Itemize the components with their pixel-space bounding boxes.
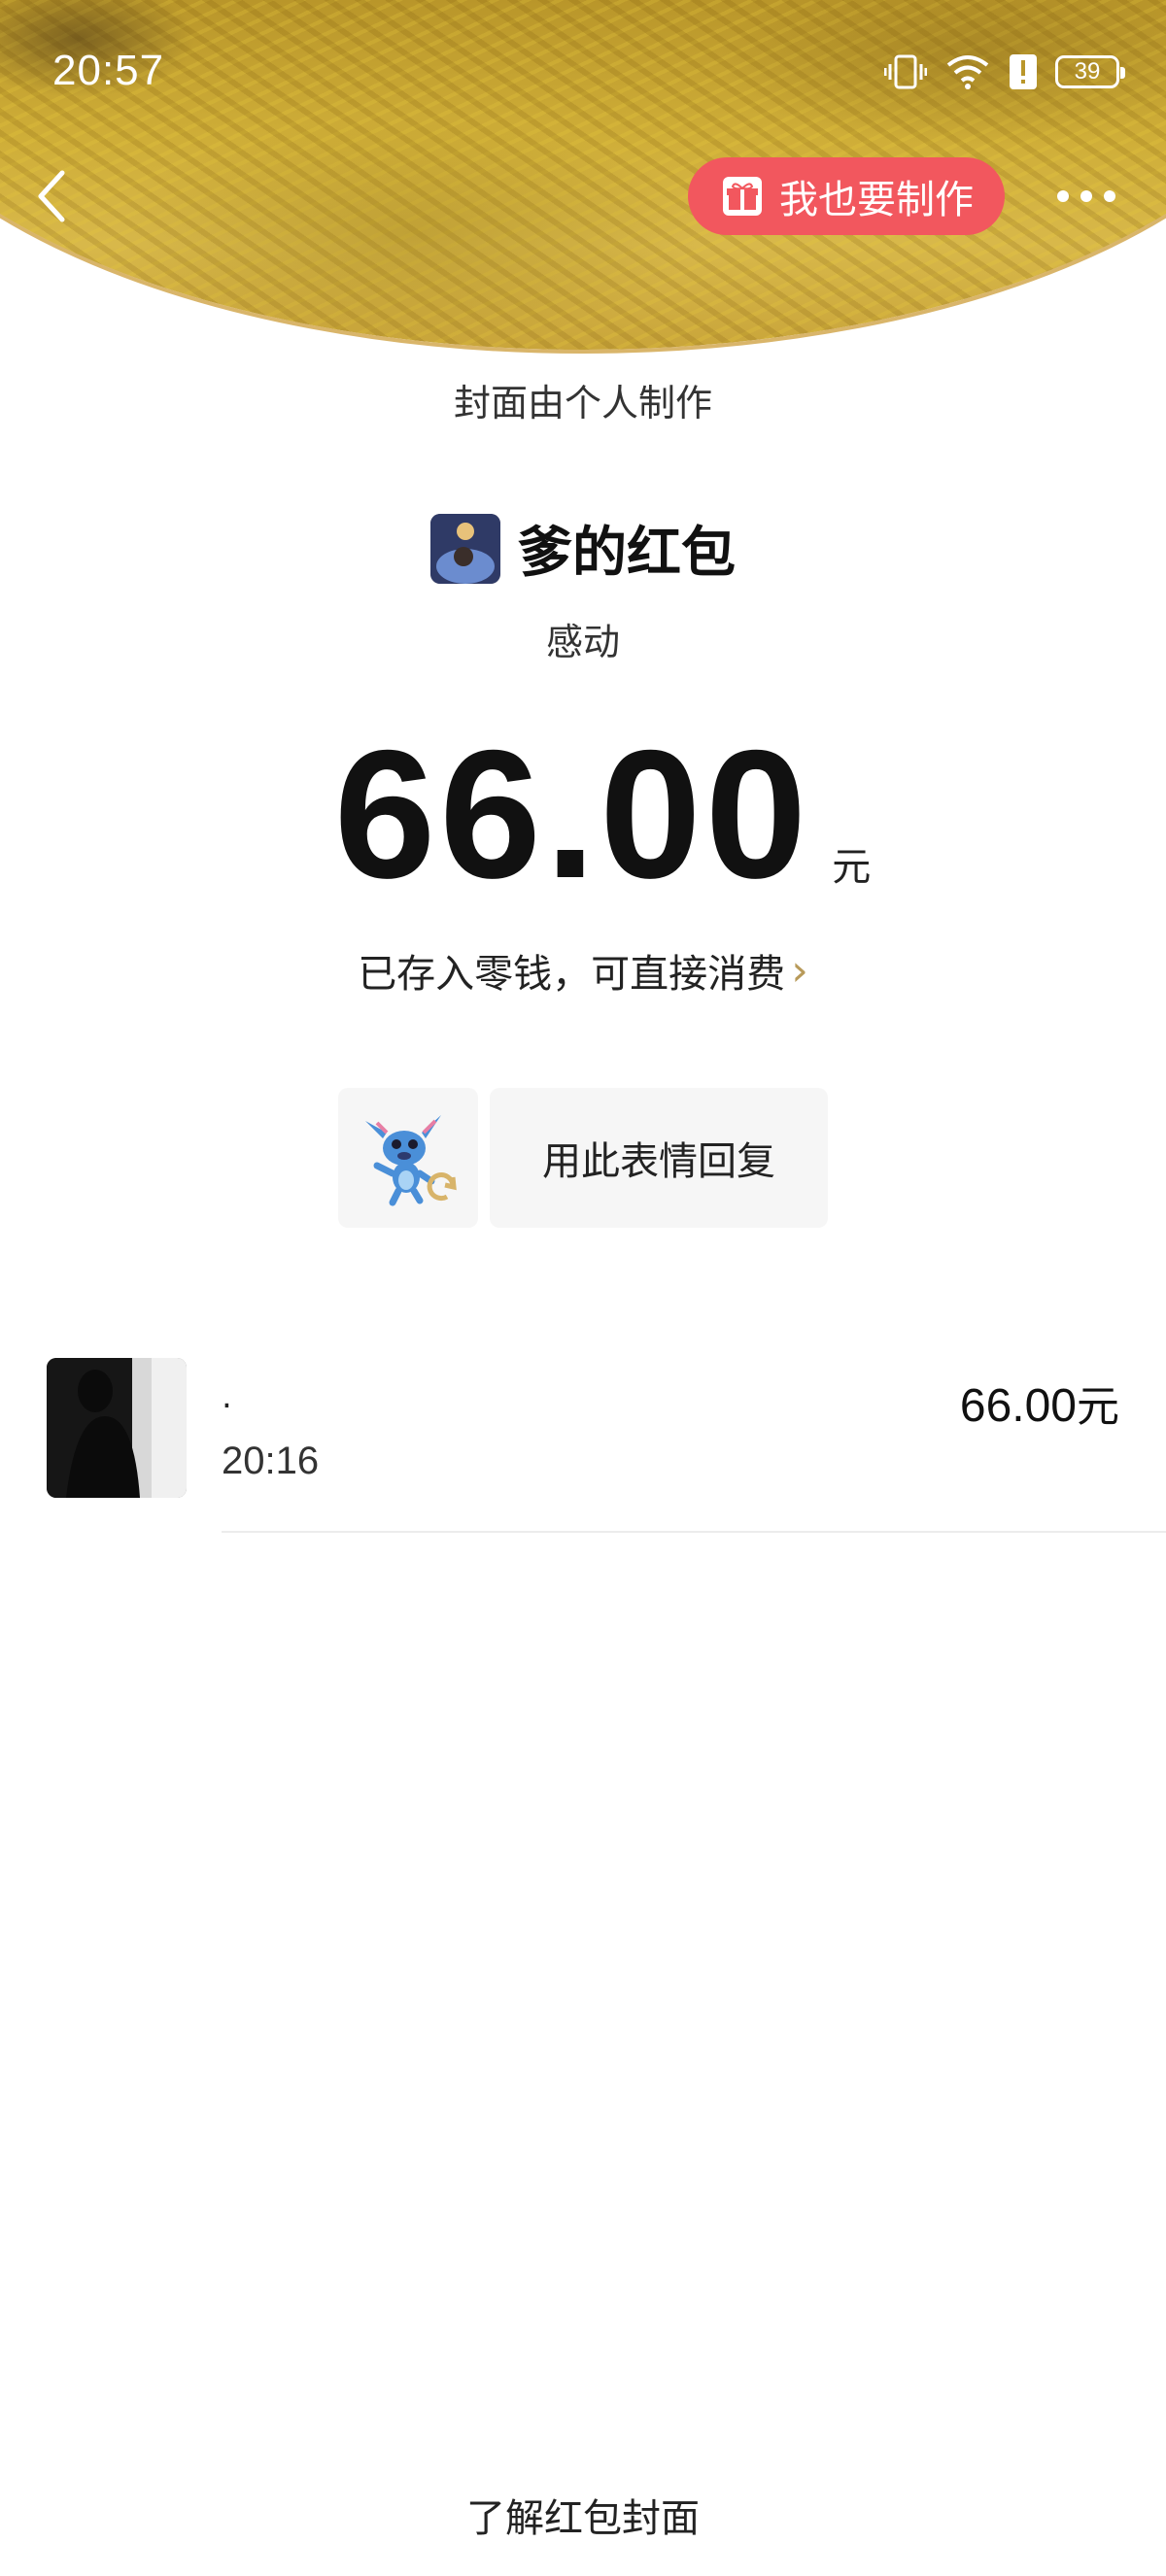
stored-note: 已存入零钱，可直接消费 [358, 952, 786, 997]
stitch-sticker-icon [365, 1115, 457, 1206]
sender-row: 爹的红包 [0, 509, 1166, 588]
back-arrow-icon[interactable] [29, 167, 78, 225]
learn-cover-link[interactable]: 了解红包封面 [0, 2487, 1166, 2543]
battery-icon: 39 [1055, 55, 1125, 88]
cover-note: 封面由个人制作 [453, 382, 712, 424]
amount-unit: 元 [832, 845, 872, 890]
stored-change-link[interactable]: 已存入零钱，可直接消费 › [0, 942, 1166, 999]
record-time: 20:16 [222, 1440, 320, 1482]
reply-with-sticker-button[interactable]: 用此表情回复 [490, 1088, 828, 1228]
vibrate-icon [884, 54, 927, 89]
more-options-icon[interactable] [1057, 185, 1115, 208]
alert-icon [1010, 54, 1037, 89]
status-bar: 20:57 39 [0, 47, 1166, 101]
battery-level: 39 [1074, 58, 1101, 85]
amount-value: 66.00 [333, 712, 811, 916]
gift-icon [723, 177, 762, 216]
record-name: . [222, 1377, 232, 1416]
packet-message: 感动 [545, 621, 620, 663]
sticker-button[interactable] [338, 1088, 478, 1228]
status-time: 20:57 [52, 47, 165, 94]
avatar [47, 1358, 187, 1498]
record-amount: 66.00元 [960, 1372, 1119, 1434]
make-cover-label: 我也要制作 [779, 178, 974, 222]
sender-avatar [430, 513, 500, 584]
sender-name: 爹的红包 [518, 522, 736, 585]
make-cover-button[interactable]: 我也要制作 [688, 157, 1005, 235]
reply-button-label: 用此表情回复 [542, 1139, 775, 1184]
list-item[interactable]: . 20:16 66.00元 [0, 1354, 1166, 1535]
record-amount-unit: 元 [1077, 1382, 1119, 1432]
record-amount-value: 66.00 [959, 1380, 1077, 1432]
chevron-right-icon: › [791, 945, 808, 996]
divider [222, 1531, 1166, 1533]
wifi-icon [946, 55, 989, 89]
amount-display: 66.00 元 [0, 712, 1166, 916]
